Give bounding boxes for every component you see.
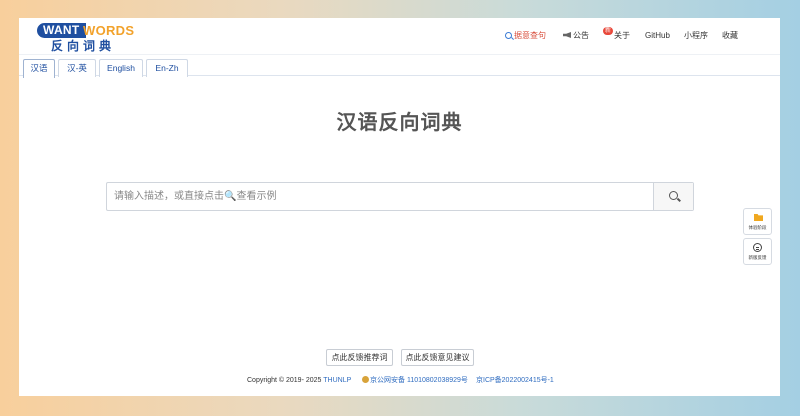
new-feedback-label: 新版反馈: [748, 255, 767, 260]
police-record-text: 京公网安备 11010802038929号: [370, 377, 468, 384]
test-phase-widget[interactable]: 体验阶段: [743, 208, 772, 235]
page-title: 汉语反向词典: [336, 112, 463, 134]
search-bar: [106, 182, 694, 211]
megaphone-icon: [563, 32, 571, 38]
copyright-text: Copyright © 2019- 2025: [247, 377, 322, 384]
logo-words-text: WORDS: [83, 23, 135, 38]
nav-sentence-search-label: 据意查句: [514, 31, 546, 40]
police-badge-icon: [362, 376, 369, 383]
icp-record-link[interactable]: 京ICP备2022002415号-1: [476, 376, 554, 386]
search-button[interactable]: [653, 183, 693, 210]
nav-sentence-search[interactable]: 据意查句: [505, 29, 546, 43]
wantwords-logo[interactable]: WANT WORDS 反向词典: [37, 23, 147, 53]
nav-about[interactable]: 关于: [614, 29, 630, 43]
tab-english-chinese[interactable]: En-Zh: [146, 59, 188, 77]
feedback-button[interactable]: 点此反馈意见建议: [401, 349, 474, 366]
police-record[interactable]: 京公网安备 11010802038929号: [362, 376, 468, 386]
tab-english[interactable]: English: [99, 59, 143, 77]
feedback-icon: [753, 243, 762, 252]
nav-favorite[interactable]: 收藏: [722, 29, 738, 43]
nav-miniprogram[interactable]: 小程序: [684, 29, 708, 43]
tab-chinese[interactable]: 汉语: [23, 59, 55, 78]
search-icon: [505, 32, 512, 39]
nav-notice[interactable]: 公告 新: [563, 27, 614, 43]
tab-chinese-english[interactable]: 汉-英: [58, 59, 96, 77]
logo-want-text: WANT: [37, 23, 86, 38]
new-badge: 新: [603, 27, 614, 35]
search-input[interactable]: [107, 183, 654, 210]
new-feedback-widget[interactable]: 新版反馈: [743, 238, 772, 265]
thunlp-link[interactable]: THUNLP: [323, 377, 351, 384]
language-tabs: 汉语 汉-英 English En-Zh: [19, 54, 780, 78]
recommend-word-button[interactable]: 点此反馈推荐词: [326, 349, 393, 366]
header: WANT WORDS 反向词典 据意查句 公告 新 关于 GitHub 小程序 …: [19, 18, 780, 54]
copyright: Copyright © 2019- 2025 THUNLP: [247, 376, 351, 386]
test-phase-label: 体验阶段: [748, 225, 767, 230]
search-icon: [669, 191, 678, 200]
nav-notice-label: 公告: [573, 31, 589, 40]
folder-icon: [754, 214, 763, 221]
nav-github[interactable]: GitHub: [645, 29, 670, 43]
main-card: WANT WORDS 反向词典 据意查句 公告 新 关于 GitHub 小程序 …: [19, 18, 780, 396]
logo-chinese-text: 反向词典: [51, 39, 116, 53]
